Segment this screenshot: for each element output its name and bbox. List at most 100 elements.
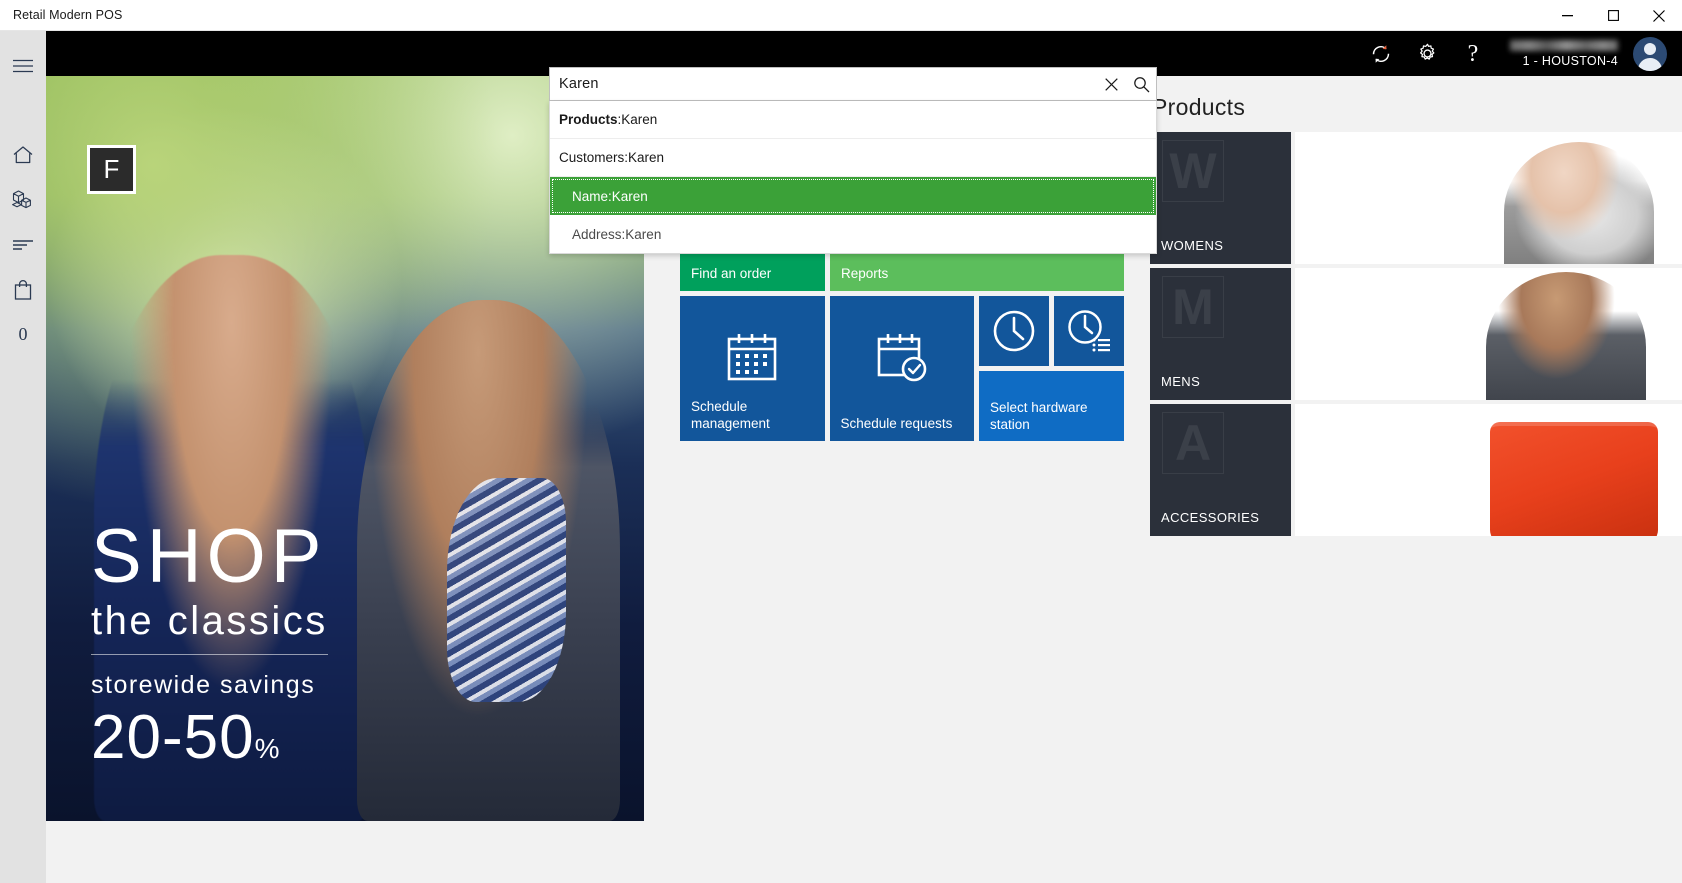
tile-schedule-management[interactable]: Schedule management [680,296,825,441]
category-tile-womens[interactable]: W WOMENS [1150,132,1291,264]
maximize-button[interactable] [1590,0,1636,31]
promo-discount-value: 20-50 [91,703,255,772]
hamburger-icon [13,59,33,72]
sync-icon [1372,44,1390,63]
avatar-button[interactable] [1628,31,1672,76]
tile-icon-wrap [1054,296,1124,366]
suggestion-term: Karen [621,112,658,127]
category-watermark: A [1162,412,1224,474]
gear-icon [1419,43,1434,60]
category-label: MENS [1161,374,1201,389]
suggestion-term: Karen [625,226,662,242]
suggestion-group-label: Customers [559,150,625,165]
tile-schedule-requests[interactable]: Schedule requests [829,296,975,441]
search-submit-button[interactable] [1126,68,1156,100]
sync-button[interactable] [1358,31,1404,76]
category-photo-accessories[interactable] [1294,404,1682,536]
title-bar: Retail Modern POS [0,0,1682,31]
category-watermark: W [1162,140,1224,202]
app-shell: 0 ? 1 - HOUSTON-4 Karen Products: Karen… [0,31,1682,883]
sidebar-item-products[interactable] [0,177,46,222]
tile-icon-wrap [830,296,975,419]
suggestion-term: Karen [611,188,648,204]
suggestion-group-label: Name [572,188,609,204]
category-tile-accessories[interactable]: A ACCESSORIES [1150,404,1291,536]
help-button[interactable]: ? [1450,31,1496,76]
products-panel: Products W WOMENS M MENS A ACCESSORIES [1142,76,1682,883]
search-overlay: Karen Products: Karen Customers: Karen … [549,67,1157,254]
store-label: 1 - HOUSTON-4 [1522,53,1618,68]
promo-brand-badge: F [87,145,136,194]
tile-label: Select hardware station [990,400,1088,433]
main-column: ? 1 - HOUSTON-4 Karen Products: Karen C… [46,31,1682,883]
calendar-grid-icon [727,333,777,380]
category-label: WOMENS [1161,238,1224,253]
tile-icon-wrap [979,296,1049,366]
suggestion-term: Karen [628,150,665,165]
user-name-redacted [1510,39,1618,51]
header-actions: ? 1 - HOUSTON-4 [1358,31,1682,76]
tile-label: Reports [841,266,889,282]
category-photo-womens[interactable] [1294,132,1682,264]
sidebar-item-home[interactable] [0,132,46,177]
close-icon [1104,77,1118,91]
navigation-rail: 0 [0,31,46,883]
category-tile-mens[interactable]: M MENS [1150,268,1291,400]
search-suggestions: Products: Karen Customers: Karen Name: K… [549,101,1157,254]
category-watermark: M [1162,276,1224,338]
avatar [1633,36,1667,71]
tile-row-3: Schedule management Schedule requests Se… [680,296,1124,441]
home-icon [13,145,33,163]
category-photo-mens[interactable] [1294,268,1682,400]
sidebar-item-transactions[interactable] [0,222,46,267]
promo-subheadline: the classics [91,599,328,655]
tile-label: Schedule management [691,399,770,432]
products-title: Products [1152,94,1246,120]
suggestion-group-label: Address [572,226,622,242]
clock-tile-row [979,296,1124,366]
list-lines-icon [13,239,33,250]
help-icon: ? [1467,40,1479,67]
promo-headline: SHOP [91,514,327,599]
calendar-check-icon [877,333,927,381]
boxes-icon [12,189,31,208]
tile-label: Find an order [691,266,772,282]
minimize-icon [1561,15,1573,17]
suggestion-group-label: Products [559,112,618,127]
product-row-mens: M MENS [1150,268,1682,400]
product-row-womens: W WOMENS [1150,132,1682,264]
tile-time-clock[interactable] [979,296,1049,366]
tile-label: Schedule requests [840,416,953,432]
minimize-button[interactable] [1544,0,1590,31]
search-clear-button[interactable] [1096,68,1126,100]
promo-offer-text: storewide savings [91,671,316,699]
promo-badge-letter: F [103,154,120,184]
promo-discount: 20-50% [91,702,604,773]
suggestion-customers-address[interactable]: Address: Karen [550,215,1156,253]
app-title: Retail Modern POS [13,8,123,22]
close-button[interactable] [1636,0,1682,31]
suggestion-customers[interactable]: Customers: Karen [550,139,1156,177]
tile-select-hardware-station[interactable]: Select hardware station [979,371,1124,441]
sidebar-item-menu[interactable] [0,43,46,88]
tile-time-clock-entries[interactable] [1054,296,1124,366]
suggestion-customers-name[interactable]: Name: Karen [550,177,1156,215]
promo-discount-unit: % [254,733,281,764]
window-controls [1544,0,1682,31]
clock-icon [993,310,1035,352]
shopping-bag-icon [14,279,32,300]
product-row-accessories: A ACCESSORIES [1150,404,1682,536]
tile-stack-right: Select hardware station [979,296,1124,441]
search-input[interactable]: Karen [550,76,1096,92]
search-icon [1133,76,1149,92]
settings-button[interactable] [1404,31,1450,76]
search-field[interactable]: Karen [549,67,1157,101]
cart-count-label: 0 [18,324,28,344]
sidebar-item-cart[interactable] [0,267,46,312]
close-icon [1653,9,1665,22]
user-info[interactable]: 1 - HOUSTON-4 [1510,31,1618,76]
category-label: ACCESSORIES [1161,510,1260,525]
sidebar-item-count[interactable]: 0 [0,312,46,357]
promo-text-block: SHOP the classics storewide savings 20-5… [91,519,604,773]
suggestion-products[interactable]: Products: Karen [550,101,1156,139]
